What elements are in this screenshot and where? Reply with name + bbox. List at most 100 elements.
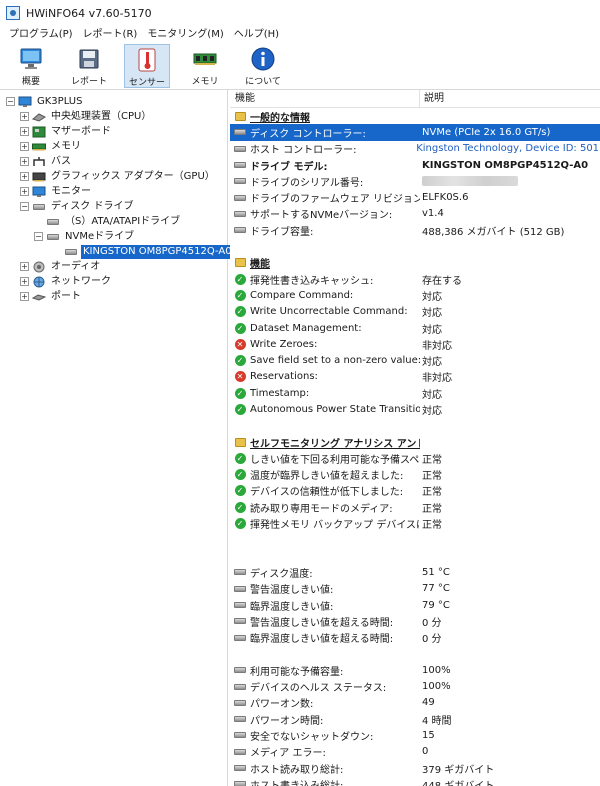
memory-icon: [32, 141, 46, 153]
drive-icon: [234, 664, 246, 676]
info-row[interactable]: ✓ Save field set to a non-zero value: 対応: [230, 352, 600, 368]
tree-item-disk-drives[interactable]: − ディスク ドライブ: [0, 199, 227, 214]
info-row[interactable]: ホスト読み取り総計: 379 ギガバイト: [230, 760, 600, 776]
info-row[interactable]: ✓ 揮発性書き込みキャッシュ: 存在する: [230, 271, 600, 287]
memory-button[interactable]: メモリ: [182, 44, 228, 88]
check-icon: ✓: [234, 469, 246, 481]
thermometer-icon: [135, 48, 159, 72]
menu-help[interactable]: ヘルプ(H): [229, 26, 284, 44]
tree-item-gpu[interactable]: + グラフィックス アダプター（GPU）: [0, 169, 227, 184]
expand-icon[interactable]: +: [20, 112, 29, 121]
about-button[interactable]: について: [240, 44, 286, 88]
report-button[interactable]: レポート: [66, 44, 112, 88]
info-row[interactable]: パワーオン時間: 4 時間: [230, 711, 600, 727]
expand-icon[interactable]: +: [20, 187, 29, 196]
info-row[interactable]: ✓ Timestamp: 対応: [230, 385, 600, 401]
info-value: 対応: [422, 389, 442, 401]
info-row[interactable]: サポートするNVMeバージョン: v1.4: [230, 206, 600, 222]
info-row[interactable]: 警告温度しきい値: 77 °C: [230, 581, 600, 597]
report-label: レポート: [70, 77, 107, 87]
device-tree: − GK3PLUS + 中央処理装置（CPU） + マザーボード + メモリ +…: [0, 90, 234, 786]
info-row[interactable]: ✓ しきい値を下回る利用可能な予備スペ... 正常: [230, 450, 600, 466]
save-disk-icon: [77, 47, 101, 71]
collapse-icon[interactable]: −: [6, 97, 15, 106]
info-label: サポートするNVMeバージョン:: [250, 210, 393, 222]
info-row[interactable]: ドライブ容量: 488,386 メガバイト (512 GB): [230, 222, 600, 238]
info-row[interactable]: ドライブのファームウェア リビジョン: ELFK0S.6: [230, 189, 600, 205]
expand-icon[interactable]: +: [20, 277, 29, 286]
info-value: 対応: [422, 324, 442, 336]
info-label: ドライブ容量:: [250, 226, 314, 238]
info-row[interactable]: ✓ 温度が臨界しきい値を超えました: 正常: [230, 467, 600, 483]
tree-item-network[interactable]: + ネットワーク: [0, 274, 227, 289]
collapse-icon[interactable]: −: [34, 232, 43, 241]
tree-item-monitor[interactable]: + モニター: [0, 184, 227, 199]
collapse-icon[interactable]: −: [20, 202, 29, 211]
menu-program[interactable]: プログラム(P): [4, 26, 78, 44]
tree-item-cpu[interactable]: + 中央処理装置（CPU）: [0, 109, 227, 124]
about-label: について: [245, 77, 281, 87]
info-row[interactable]: 臨界温度しきい値を超える時間: 0 分: [230, 630, 600, 646]
info-label: メディア エラー:: [250, 748, 326, 760]
info-row[interactable]: デバイスのヘルス ステータス: 100%: [230, 678, 600, 694]
summary-button[interactable]: 概要: [8, 44, 54, 88]
toolbar: 概要 レポート センサー メモリ について: [0, 44, 600, 90]
info-label: ドライブ モデル:: [250, 161, 328, 173]
tree-item-port[interactable]: + ポート: [0, 289, 227, 304]
menu-monitoring[interactable]: モニタリング(M): [142, 26, 228, 44]
info-row[interactable]: ✕ Reservations: 非対応: [230, 369, 600, 385]
info-value: 100%: [422, 664, 451, 676]
column-description[interactable]: 説明: [420, 90, 444, 107]
info-label: Autonomous Power State Transitions:: [250, 403, 420, 415]
tree-item-audio[interactable]: + オーディオ: [0, 259, 227, 274]
info-row[interactable]: ✓ 読み取り専用モードのメディア: 正常: [230, 499, 600, 515]
info-row[interactable]: ディスク コントローラー: NVMe (PCIe 2x 16.0 GT/s): [230, 124, 600, 141]
sensor-button[interactable]: センサー: [124, 44, 170, 88]
info-row[interactable]: 利用可能な予備容量: 100%: [230, 662, 600, 678]
drive-icon: [234, 632, 246, 644]
memory-module-icon: [193, 47, 217, 71]
expand-icon[interactable]: +: [20, 172, 29, 181]
info-label: ディスク コントローラー:: [250, 128, 366, 140]
info-row[interactable]: 警告温度しきい値を超える時間: 0 分: [230, 613, 600, 629]
title-bar: HWiNFO64 v7.60-5170: [0, 0, 600, 26]
menu-report[interactable]: レポート(R): [78, 26, 143, 44]
info-row[interactable]: ✓ Compare Command: 対応: [230, 287, 600, 303]
info-row[interactable]: ホスト コントローラー: Kingston Technology, Device…: [230, 141, 600, 157]
info-row[interactable]: メディア エラー: 0: [230, 744, 600, 760]
info-row[interactable]: ✓ Dataset Management: 対応: [230, 320, 600, 336]
info-row[interactable]: ✕ Write Zeroes: 非対応: [230, 336, 600, 352]
expand-icon[interactable]: +: [20, 142, 29, 151]
expand-icon[interactable]: +: [20, 157, 29, 166]
info-row[interactable]: ✓ デバイスの信頼性が低下しました: 正常: [230, 483, 600, 499]
info-row[interactable]: ホスト書き込み総計: 448 ギガバイト: [230, 776, 600, 786]
tree-item-memory[interactable]: + メモリ: [0, 139, 227, 154]
tree-item-motherboard[interactable]: + マザーボード: [0, 124, 227, 139]
details-header: 機能 説明: [230, 90, 600, 108]
info-row[interactable]: 臨界温度しきい値: 79 °C: [230, 597, 600, 613]
info-row[interactable]: ドライブ モデル: KINGSTON OM8PGP4512Q-A0: [230, 157, 600, 173]
info-row[interactable]: 安全でないシャットダウン: 15: [230, 727, 600, 743]
tree-item-bus[interactable]: + バス: [0, 154, 227, 169]
tree-item-nvme[interactable]: − NVMeドライブ: [0, 229, 227, 244]
section-title: 一般的な情報: [250, 112, 310, 124]
info-row[interactable]: ✓ Autonomous Power State Transitions: 対応: [230, 401, 600, 417]
info-label: 安全でないシャットダウン:: [250, 731, 374, 743]
info-row[interactable]: ディスク温度: 51 °C: [230, 564, 600, 580]
tree-item-label: 中央処理装置（CPU）: [51, 110, 152, 122]
tree-item-sata[interactable]: （S）ATA/ATAPIドライブ: [0, 214, 227, 229]
column-feature[interactable]: 機能: [230, 90, 420, 107]
check-icon: ✓: [234, 306, 246, 318]
info-row[interactable]: パワーオン数: 49: [230, 695, 600, 711]
expand-icon[interactable]: +: [20, 292, 29, 301]
expand-icon[interactable]: +: [20, 127, 29, 136]
info-row[interactable]: ドライブのシリアル番号:: [230, 173, 600, 189]
cross-icon: ✕: [234, 338, 246, 350]
tree-root[interactable]: − GK3PLUS: [0, 94, 227, 109]
info-row[interactable]: ✓ Write Uncorrectable Command: 対応: [230, 304, 600, 320]
tree-item-kingston[interactable]: KINGSTON OM8PGP4512Q-A0: [0, 244, 234, 259]
info-label: デバイスのヘルス ステータス:: [250, 683, 387, 695]
expand-icon[interactable]: +: [20, 262, 29, 271]
info-row[interactable]: ✓ 揮発性メモリ バックアップ デバイスに障... 正常: [230, 515, 600, 531]
network-icon: [32, 276, 46, 288]
